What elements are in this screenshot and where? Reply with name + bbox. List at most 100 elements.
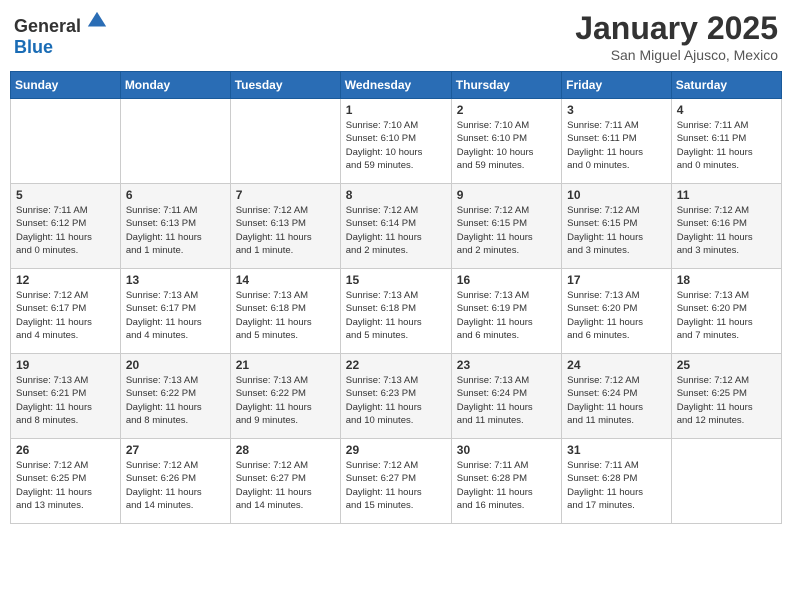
day-number: 14	[236, 273, 335, 287]
day-info: Sunrise: 7:12 AM Sunset: 6:25 PM Dayligh…	[16, 459, 115, 512]
calendar-day-cell: 30 Sunrise: 7:11 AM Sunset: 6:28 PM Dayli…	[451, 439, 561, 524]
day-info: Sunrise: 7:13 AM Sunset: 6:24 PM Dayligh…	[457, 374, 556, 427]
calendar-day-cell: 25 Sunrise: 7:12 AM Sunset: 6:25 PM Dayli…	[671, 354, 781, 439]
day-number: 29	[346, 443, 446, 457]
day-number: 30	[457, 443, 556, 457]
calendar-day-header: Saturday	[671, 72, 781, 99]
location-title: San Miguel Ajusco, Mexico	[575, 47, 778, 63]
calendar-day-cell: 1 Sunrise: 7:10 AM Sunset: 6:10 PM Daylig…	[340, 99, 451, 184]
calendar-day-cell: 19 Sunrise: 7:13 AM Sunset: 6:21 PM Dayli…	[11, 354, 121, 439]
calendar-day-cell: 8 Sunrise: 7:12 AM Sunset: 6:14 PM Daylig…	[340, 184, 451, 269]
calendar-week-row: 1 Sunrise: 7:10 AM Sunset: 6:10 PM Daylig…	[11, 99, 782, 184]
calendar-day-cell: 22Sunrise: 7:13 AM Sunset: 6:23 PM Dayli…	[340, 354, 451, 439]
day-info: Sunrise: 7:13 AM Sunset: 6:22 PM Dayligh…	[236, 374, 335, 427]
day-number: 3	[567, 103, 666, 117]
calendar-day-cell: 20Sunrise: 7:13 AM Sunset: 6:22 PM Dayli…	[120, 354, 230, 439]
day-info: Sunrise: 7:12 AM Sunset: 6:17 PM Dayligh…	[16, 289, 115, 342]
day-info: Sunrise: 7:12 AM Sunset: 6:14 PM Dayligh…	[346, 204, 446, 257]
calendar-day-cell: 10 Sunrise: 7:12 AM Sunset: 6:15 PM Dayli…	[562, 184, 672, 269]
day-info: Sunrise: 7:13 AM Sunset: 6:21 PM Dayligh…	[16, 374, 115, 427]
calendar-day-cell	[11, 99, 121, 184]
calendar-day-cell: 24 Sunrise: 7:12 AM Sunset: 6:24 PM Dayli…	[562, 354, 672, 439]
day-info: Sunrise: 7:13 AM Sunset: 6:23 PM Dayligh…	[346, 374, 446, 427]
logo-general: General	[14, 16, 81, 36]
day-info: Sunrise: 7:12 AM Sunset: 6:13 PM Dayligh…	[236, 204, 335, 257]
day-number: 19	[16, 358, 115, 372]
day-number: 28	[236, 443, 335, 457]
day-info: Sunrise: 7:12 AM Sunset: 6:24 PM Dayligh…	[567, 374, 666, 427]
calendar-day-cell: 12 Sunrise: 7:12 AM Sunset: 6:17 PM Dayli…	[11, 269, 121, 354]
calendar-day-cell: 11 Sunrise: 7:12 AM Sunset: 6:16 PM Dayli…	[671, 184, 781, 269]
day-info: Sunrise: 7:12 AM Sunset: 6:16 PM Dayligh…	[677, 204, 776, 257]
day-info: Sunrise: 7:10 AM Sunset: 6:10 PM Dayligh…	[457, 119, 556, 172]
calendar-day-cell: 14 Sunrise: 7:13 AM Sunset: 6:18 PM Dayli…	[230, 269, 340, 354]
day-number: 21	[236, 358, 335, 372]
page-header: General Blue January 2025 San Miguel Aju…	[10, 10, 782, 63]
day-info: Sunrise: 7:13 AM Sunset: 6:20 PM Dayligh…	[677, 289, 776, 342]
month-title: January 2025	[575, 10, 778, 47]
day-info: Sunrise: 7:13 AM Sunset: 6:18 PM Dayligh…	[236, 289, 335, 342]
day-info: Sunrise: 7:12 AM Sunset: 6:15 PM Dayligh…	[457, 204, 556, 257]
calendar-day-cell: 4 Sunrise: 7:11 AM Sunset: 6:11 PM Daylig…	[671, 99, 781, 184]
day-info: Sunrise: 7:12 AM Sunset: 6:25 PM Dayligh…	[677, 374, 776, 427]
day-number: 26	[16, 443, 115, 457]
logo: General Blue	[14, 10, 108, 58]
day-number: 1	[346, 103, 446, 117]
day-info: Sunrise: 7:13 AM Sunset: 6:22 PM Dayligh…	[126, 374, 225, 427]
day-number: 31	[567, 443, 666, 457]
calendar-week-row: 12 Sunrise: 7:12 AM Sunset: 6:17 PM Dayli…	[11, 269, 782, 354]
day-info: Sunrise: 7:11 AM Sunset: 6:28 PM Dayligh…	[567, 459, 666, 512]
calendar-day-header: Thursday	[451, 72, 561, 99]
day-number: 25	[677, 358, 776, 372]
calendar-day-cell: 3Sunrise: 7:11 AM Sunset: 6:11 PM Daylig…	[562, 99, 672, 184]
calendar-day-header: Friday	[562, 72, 672, 99]
calendar-day-cell	[671, 439, 781, 524]
calendar-day-cell: 2 Sunrise: 7:10 AM Sunset: 6:10 PM Daylig…	[451, 99, 561, 184]
calendar-week-row: 5 Sunrise: 7:11 AM Sunset: 6:12 PM Daylig…	[11, 184, 782, 269]
calendar-day-cell: 6 Sunrise: 7:11 AM Sunset: 6:13 PM Daylig…	[120, 184, 230, 269]
day-info: Sunrise: 7:10 AM Sunset: 6:10 PM Dayligh…	[346, 119, 446, 172]
logo-icon	[86, 10, 108, 32]
calendar-day-cell: 9 Sunrise: 7:12 AM Sunset: 6:15 PM Daylig…	[451, 184, 561, 269]
calendar-day-cell: 5 Sunrise: 7:11 AM Sunset: 6:12 PM Daylig…	[11, 184, 121, 269]
day-number: 5	[16, 188, 115, 202]
calendar-day-header: Tuesday	[230, 72, 340, 99]
day-number: 27	[126, 443, 225, 457]
calendar-day-cell	[120, 99, 230, 184]
calendar-day-header: Wednesday	[340, 72, 451, 99]
day-number: 23	[457, 358, 556, 372]
calendar-week-row: 26 Sunrise: 7:12 AM Sunset: 6:25 PM Dayli…	[11, 439, 782, 524]
calendar-day-cell: 21 Sunrise: 7:13 AM Sunset: 6:22 PM Dayli…	[230, 354, 340, 439]
day-info: Sunrise: 7:11 AM Sunset: 6:11 PM Dayligh…	[677, 119, 776, 172]
day-number: 10	[567, 188, 666, 202]
day-number: 9	[457, 188, 556, 202]
logo-blue: Blue	[14, 37, 53, 57]
calendar-day-cell: 27Sunrise: 7:12 AM Sunset: 6:26 PM Dayli…	[120, 439, 230, 524]
day-info: Sunrise: 7:11 AM Sunset: 6:12 PM Dayligh…	[16, 204, 115, 257]
calendar-day-cell: 28 Sunrise: 7:12 AM Sunset: 6:27 PM Dayli…	[230, 439, 340, 524]
day-info: Sunrise: 7:13 AM Sunset: 6:18 PM Dayligh…	[346, 289, 446, 342]
day-number: 24	[567, 358, 666, 372]
day-info: Sunrise: 7:13 AM Sunset: 6:20 PM Dayligh…	[567, 289, 666, 342]
calendar-table: SundayMondayTuesdayWednesdayThursdayFrid…	[10, 71, 782, 524]
day-info: Sunrise: 7:11 AM Sunset: 6:13 PM Dayligh…	[126, 204, 225, 257]
day-number: 11	[677, 188, 776, 202]
day-number: 12	[16, 273, 115, 287]
day-number: 4	[677, 103, 776, 117]
calendar-header-row: SundayMondayTuesdayWednesdayThursdayFrid…	[11, 72, 782, 99]
day-number: 16	[457, 273, 556, 287]
day-info: Sunrise: 7:12 AM Sunset: 6:27 PM Dayligh…	[346, 459, 446, 512]
day-info: Sunrise: 7:12 AM Sunset: 6:15 PM Dayligh…	[567, 204, 666, 257]
calendar-day-cell: 23 Sunrise: 7:13 AM Sunset: 6:24 PM Dayli…	[451, 354, 561, 439]
calendar-day-header: Sunday	[11, 72, 121, 99]
day-info: Sunrise: 7:11 AM Sunset: 6:28 PM Dayligh…	[457, 459, 556, 512]
day-number: 6	[126, 188, 225, 202]
calendar-day-cell: 29 Sunrise: 7:12 AM Sunset: 6:27 PM Dayli…	[340, 439, 451, 524]
day-number: 2	[457, 103, 556, 117]
logo-text: General Blue	[14, 10, 108, 58]
calendar-day-cell: 16Sunrise: 7:13 AM Sunset: 6:19 PM Dayli…	[451, 269, 561, 354]
calendar-day-cell	[230, 99, 340, 184]
day-number: 8	[346, 188, 446, 202]
day-info: Sunrise: 7:13 AM Sunset: 6:17 PM Dayligh…	[126, 289, 225, 342]
day-info: Sunrise: 7:12 AM Sunset: 6:27 PM Dayligh…	[236, 459, 335, 512]
